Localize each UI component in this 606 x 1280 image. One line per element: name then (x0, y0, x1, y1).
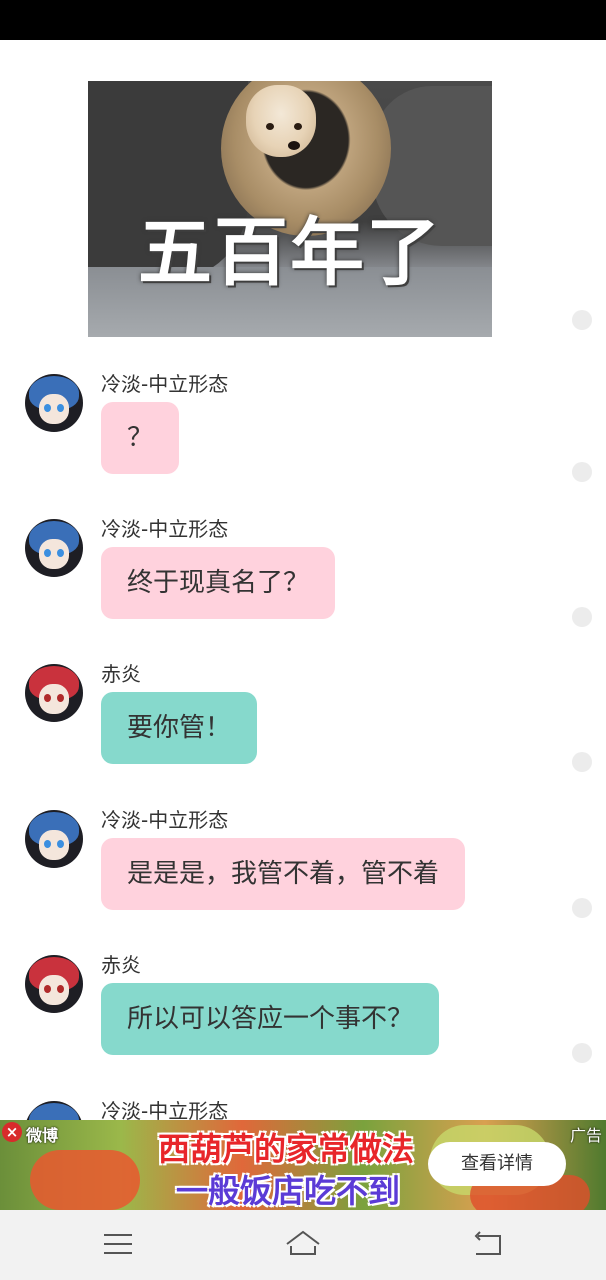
message-bubble[interactable]: 是是是，我管不着，管不着 (101, 838, 466, 910)
read-receipt-icon (572, 752, 592, 772)
ad-details-button[interactable]: 查看详情 (428, 1142, 566, 1186)
avatar[interactable] (25, 374, 83, 432)
meme-caption: 五百年了 (138, 210, 442, 296)
message-bubble[interactable]: 要你管！ (101, 692, 258, 764)
read-receipt-icon (572, 607, 592, 627)
read-receipt-icon (572, 1043, 592, 1063)
ad-brand: 微博 (26, 1126, 59, 1145)
read-receipt-icon (572, 462, 592, 482)
dog-face (246, 85, 316, 157)
ad-banner[interactable]: × 微博 西葫芦的家常做法 一般饭店吃不到 广告 查看详情 (0, 1120, 606, 1210)
avatar[interactable] (25, 955, 83, 1013)
ad-label: 广告 (569, 1126, 602, 1145)
meme-image[interactable]: 五百年了 (88, 81, 492, 337)
menu-icon[interactable] (100, 1226, 140, 1264)
ad-headline-1: 西葫芦的家常做法 (158, 1130, 415, 1168)
sender-name: 冷淡-中立形态 (101, 808, 229, 832)
sender-name: 赤炎 (101, 662, 141, 686)
sender-name: 冷淡-中立形态 (101, 1099, 229, 1120)
navigation-bar (0, 1210, 606, 1280)
message-bubble[interactable]: ？ (101, 402, 180, 474)
home-icon[interactable] (283, 1226, 323, 1264)
read-receipt-icon (572, 898, 592, 918)
back-icon[interactable] (470, 1226, 510, 1264)
sender-name: 冷淡-中立形态 (101, 517, 229, 541)
message-bubble[interactable]: 终于现真名了？ (101, 547, 336, 619)
avatar[interactable] (25, 810, 83, 868)
status-bar (0, 0, 606, 40)
sender-name: 赤炎 (101, 953, 141, 977)
chat-area[interactable]: 五百年了 冷淡-中立形态 ？ 冷淡-中立形态 终于现真名了？ 赤炎 要你管！ 冷… (0, 40, 606, 1120)
avatar[interactable] (25, 519, 83, 577)
ad-close-icon[interactable]: × (2, 1122, 22, 1142)
read-receipt-icon (572, 310, 592, 330)
ad-headline-2: 一般饭店吃不到 (176, 1172, 401, 1210)
message-bubble[interactable]: 所以可以答应一个事不？ (101, 983, 440, 1055)
avatar[interactable] (25, 1101, 83, 1120)
avatar[interactable] (25, 664, 83, 722)
sender-name: 冷淡-中立形态 (101, 372, 229, 396)
